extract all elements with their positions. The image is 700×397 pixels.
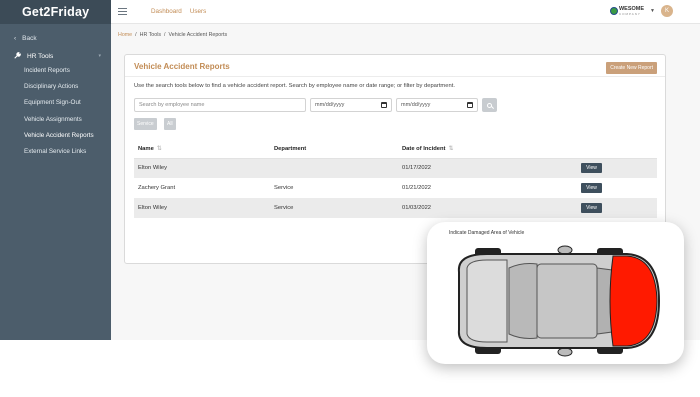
start-date-placeholder: mm/dd/yyyy xyxy=(315,102,345,108)
mirror-right xyxy=(557,347,573,357)
sort-icon[interactable]: ⇅ xyxy=(448,146,453,152)
search-input[interactable]: Search by employee name xyxy=(134,98,306,112)
damage-selector-panel: Indicate Damaged Area of Vehicle xyxy=(427,222,684,364)
menu-icon[interactable] xyxy=(118,8,127,15)
sidebar-section-label: HR Tools xyxy=(27,52,54,60)
cell-actions: View xyxy=(577,198,657,218)
end-date-field[interactable]: mm/dd/yyyy xyxy=(396,98,478,112)
sidebar-item-vehicle-assignments[interactable]: Vehicle Assignments xyxy=(0,111,111,127)
damage-selector-title: Indicate Damaged Area of Vehicle xyxy=(449,230,525,236)
damaged-area xyxy=(609,255,658,347)
search-button[interactable] xyxy=(482,98,497,112)
cell-department xyxy=(270,158,398,178)
calendar-icon[interactable] xyxy=(467,102,473,108)
breadcrumb-hr-tools[interactable]: HR Tools xyxy=(140,32,161,38)
column-header-department: Department xyxy=(270,140,398,159)
nav-dashboard-link[interactable]: Dashboard xyxy=(151,8,182,15)
column-header-name[interactable]: Name ⇅ xyxy=(134,140,270,159)
search-icon xyxy=(487,102,492,108)
column-header-actions xyxy=(577,140,657,159)
sidebar-item-incident-reports[interactable]: Incident Reports xyxy=(0,62,111,78)
cell-name: Elton Wiley xyxy=(134,198,270,218)
sidebar-item-equipment-sign-out[interactable]: Equipment Sign-Out xyxy=(0,95,111,111)
breadcrumb-home[interactable]: Home xyxy=(118,32,132,38)
company-logo: WESOME COMPANY xyxy=(609,6,644,16)
vehicle-diagram[interactable] xyxy=(447,242,667,360)
filter-all-button[interactable]: All xyxy=(164,118,176,130)
table-row: Zachery Grant Service 01/21/2022 View xyxy=(134,178,657,198)
sidebar-section-hr-tools[interactable]: HR Tools ▾ xyxy=(0,44,111,62)
top-bar: Dashboard Users WESOME COMPANY ▼ K xyxy=(111,0,700,24)
column-header-date[interactable]: Date of Incident ⇅ xyxy=(398,140,577,159)
helper-text: Use the search tools below to find a veh… xyxy=(134,83,455,89)
cell-name: Elton Wiley xyxy=(134,158,270,178)
cell-actions: View xyxy=(577,178,657,198)
start-date-field[interactable]: mm/dd/yyyy xyxy=(310,98,392,112)
view-button[interactable]: View xyxy=(581,203,602,213)
account-area: WESOME COMPANY ▼ K xyxy=(609,5,673,17)
reports-table: Name ⇅ Department Date of Incident ⇅ Elton… xyxy=(134,140,657,218)
calendar-icon[interactable] xyxy=(381,102,387,108)
cell-date: 01/17/2022 xyxy=(398,158,577,178)
sidebar-item-disciplinary-actions[interactable]: Disciplinary Actions xyxy=(0,78,111,94)
wrench-icon xyxy=(14,51,21,61)
create-report-button[interactable]: Create New Report xyxy=(606,62,657,74)
car-roof xyxy=(536,263,598,339)
table-row: Elton Wiley Service 01/03/2022 View xyxy=(134,198,657,218)
cell-date: 01/21/2022 xyxy=(402,185,432,191)
cell-name: Zachery Grant xyxy=(138,185,176,191)
table-row: Elton Wiley 01/17/2022 View xyxy=(134,158,657,178)
page-title: Vehicle Accident Reports xyxy=(134,62,230,71)
company-dropdown-icon[interactable]: ▼ xyxy=(650,8,655,14)
end-date-placeholder: mm/dd/yyyy xyxy=(401,102,431,108)
breadcrumb: Home / HR Tools / Vehicle Accident Repor… xyxy=(118,32,227,38)
sort-icon[interactable]: ⇅ xyxy=(157,146,162,152)
divider xyxy=(125,76,665,77)
cell-department: Service xyxy=(274,185,294,191)
table-header-row: Name ⇅ Department Date of Incident ⇅ xyxy=(134,140,657,159)
avatar[interactable]: K xyxy=(661,5,673,17)
company-logo-subtext: COMPANY xyxy=(618,12,641,16)
top-nav: Dashboard Users xyxy=(151,8,206,15)
chevron-left-icon: ‹ xyxy=(14,34,17,42)
cell-date: 01/03/2022 xyxy=(398,198,577,218)
filter-service-button[interactable]: Service xyxy=(134,118,157,130)
chevron-down-icon: ▾ xyxy=(98,53,101,59)
car-hood xyxy=(466,259,508,343)
cell-department: Service xyxy=(270,198,398,218)
nav-users-link[interactable]: Users xyxy=(190,8,206,15)
sidebar-item-external-service-links[interactable]: External Service Links xyxy=(0,143,111,159)
breadcrumb-current: Vehicle Accident Reports xyxy=(168,32,228,38)
cell-actions: View xyxy=(577,158,657,178)
company-logo-mark xyxy=(609,7,618,15)
sidebar-item-vehicle-accident-reports[interactable]: Vehicle Accident Reports xyxy=(0,127,111,143)
car-windshield xyxy=(508,263,538,339)
view-button[interactable]: View xyxy=(581,183,602,193)
sidebar: Get2Friday ‹ Back HR Tools ▾ Incident Re… xyxy=(0,0,111,340)
mirror-left xyxy=(557,245,573,255)
breadcrumb-separator: / xyxy=(135,32,137,38)
back-link[interactable]: ‹ Back xyxy=(0,24,111,44)
brand-logo: Get2Friday xyxy=(0,0,111,24)
back-label: Back xyxy=(22,34,37,42)
view-button[interactable]: View xyxy=(581,163,602,174)
breadcrumb-separator: / xyxy=(164,32,166,38)
